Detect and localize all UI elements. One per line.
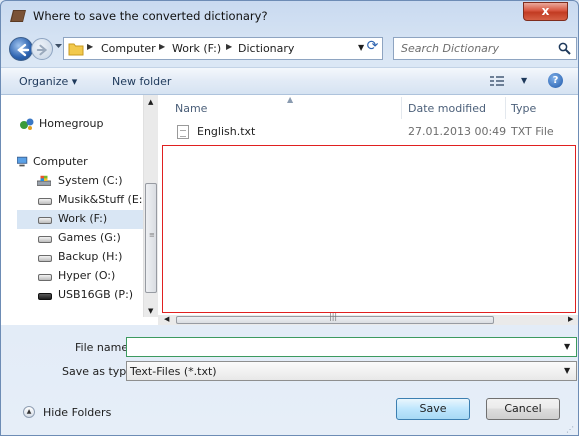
- change-view-icon[interactable]: [490, 76, 504, 86]
- back-arrow-icon: [17, 43, 30, 57]
- nav-item-label: Musik&Stuff (E:): [58, 193, 143, 206]
- breadcrumb-computer[interactable]: Computer: [101, 42, 156, 55]
- scroll-left-arrow-icon[interactable]: ◀: [164, 315, 169, 323]
- back-button[interactable]: [9, 37, 33, 61]
- nav-item-label: USB16GB (P:): [58, 288, 134, 301]
- save-dialog-window: Where to save the converted dictionary? …: [0, 0, 579, 436]
- view-options-dropdown-icon[interactable]: ▼: [521, 76, 527, 85]
- column-header-type[interactable]: Type: [511, 102, 536, 115]
- recent-pages-chevron-icon[interactable]: [55, 44, 62, 49]
- command-toolbar: Organize ▾ New folder ▼ ?: [1, 67, 578, 95]
- resize-grip-icon[interactable]: ⋰: [566, 425, 574, 434]
- sort-ascending-icon: ▲: [287, 95, 294, 104]
- scroll-right-arrow-icon[interactable]: ▶: [568, 315, 573, 323]
- system-drive-icon: [37, 175, 51, 186]
- file-name: English.txt: [197, 125, 256, 138]
- breadcrumb-dictionary[interactable]: Dictionary: [238, 42, 294, 55]
- file-name-combobox[interactable]: ▼: [126, 337, 577, 357]
- drive-icon: [38, 274, 52, 281]
- forward-arrow-icon: [36, 44, 48, 56]
- save-as-type-dropdown-icon[interactable]: ▼: [564, 366, 570, 375]
- nav-item-games-g[interactable]: Games (G:): [17, 229, 143, 248]
- scrollbar-thumb[interactable]: ≡: [145, 183, 157, 293]
- computer-icon: [17, 156, 28, 167]
- hide-folders-label: Hide Folders: [43, 406, 112, 419]
- organize-button[interactable]: Organize ▾: [19, 75, 77, 88]
- save-as-type-value: Text-Files (*.txt): [130, 365, 217, 378]
- nav-item-label: Backup (H:): [58, 250, 123, 263]
- address-row: ▶ Computer ▶ Work (F:) ▶ Dictionary ▼ ⟳: [1, 33, 578, 63]
- navigation-pane[interactable]: Homegroup Computer System (C:) Musik&Stu…: [17, 95, 143, 317]
- column-divider[interactable]: [401, 97, 402, 119]
- nav-item-work-f[interactable]: Work (F:): [17, 210, 143, 229]
- nav-item-homegroup[interactable]: Homegroup: [17, 115, 143, 134]
- column-divider[interactable]: [505, 97, 506, 119]
- address-bar[interactable]: ▶ Computer ▶ Work (F:) ▶ Dictionary ▼: [63, 37, 383, 60]
- scrollbar-thumb[interactable]: |||: [176, 312, 494, 324]
- forward-button[interactable]: [31, 38, 53, 60]
- usb-drive-icon: [38, 293, 52, 300]
- file-row[interactable]: English.txt 27.01.2013 00:49 TXT File: [158, 122, 578, 141]
- search-input[interactable]: [394, 38, 554, 59]
- refresh-button[interactable]: ⟳: [360, 36, 385, 59]
- nav-item-label: Hyper (O:): [58, 269, 116, 282]
- homegroup-icon: [20, 118, 34, 130]
- drive-icon: [38, 255, 52, 262]
- file-type: TXT File: [511, 125, 554, 138]
- drive-icon: [38, 236, 52, 243]
- file-name-dropdown-icon[interactable]: ▼: [564, 342, 570, 351]
- help-icon[interactable]: ?: [548, 73, 563, 88]
- scroll-up-arrow-icon[interactable]: ▲: [148, 98, 153, 106]
- scrollbar-corner: [17, 317, 158, 325]
- column-header-date-modified[interactable]: Date modified: [408, 102, 486, 115]
- breadcrumb-separator-icon[interactable]: ▶: [226, 42, 232, 51]
- nav-item-musik-e[interactable]: Musik&Stuff (E:): [17, 191, 143, 210]
- highlight-annotation-box: [162, 145, 576, 313]
- file-name-label: File name:: [75, 341, 132, 354]
- breadcrumb-separator-icon[interactable]: ▶: [87, 42, 93, 51]
- title-bar[interactable]: Where to save the converted dictionary? …: [1, 1, 578, 31]
- nav-item-label: Homegroup: [39, 117, 104, 130]
- nav-item-backup-h[interactable]: Backup (H:): [17, 248, 143, 267]
- horizontal-scrollbar[interactable]: ◀ ||| ▶: [158, 312, 578, 325]
- content-area: Homegroup Computer System (C:) Musik&Stu…: [1, 95, 578, 325]
- nav-item-label: Games (G:): [58, 231, 121, 244]
- save-as-type-select[interactable]: Text-Files (*.txt) ▼: [126, 361, 577, 381]
- column-header-name[interactable]: Name: [175, 102, 207, 115]
- file-name-input[interactable]: [127, 338, 557, 356]
- nav-item-system-c[interactable]: System (C:): [17, 172, 143, 191]
- grip-icon: |||: [329, 312, 338, 321]
- scroll-down-arrow-icon[interactable]: ▼: [148, 307, 153, 315]
- nav-item-usb16gb-p[interactable]: USB16GB (P:): [17, 286, 143, 305]
- breadcrumb-separator-icon[interactable]: ▶: [159, 42, 165, 51]
- folder-icon: [68, 43, 84, 56]
- dictionary-app-icon: [10, 10, 26, 22]
- new-folder-button[interactable]: New folder: [112, 75, 171, 88]
- drive-icon: [38, 217, 52, 224]
- nav-item-computer[interactable]: Computer: [17, 153, 143, 172]
- window-title: Where to save the converted dictionary?: [33, 9, 268, 23]
- drive-icon: [38, 198, 52, 205]
- cancel-button[interactable]: Cancel: [486, 398, 560, 420]
- nav-item-label: Computer: [33, 155, 88, 168]
- navigation-scrollbar[interactable]: ▲ ≡ ▼: [143, 95, 158, 317]
- search-icon[interactable]: [558, 42, 571, 55]
- file-date-modified: 27.01.2013 00:49: [408, 125, 507, 138]
- close-button[interactable]: x: [523, 2, 568, 21]
- breadcrumb-work[interactable]: Work (F:): [172, 42, 221, 55]
- nav-item-label: Work (F:): [58, 212, 108, 225]
- refresh-icon: ⟳: [366, 38, 379, 54]
- hide-folders-button[interactable]: ▲ Hide Folders: [23, 405, 143, 421]
- collapse-up-icon: ▲: [23, 406, 35, 418]
- text-file-icon: [177, 125, 189, 139]
- file-list-pane[interactable]: Name ▲ Date modified Type English.txt 27…: [158, 95, 578, 325]
- search-box[interactable]: [393, 37, 577, 60]
- save-button[interactable]: Save: [396, 398, 470, 420]
- nav-item-label: System (C:): [58, 174, 123, 187]
- grip-icon: ≡: [149, 231, 155, 239]
- nav-item-hyper-o[interactable]: Hyper (O:): [17, 267, 143, 286]
